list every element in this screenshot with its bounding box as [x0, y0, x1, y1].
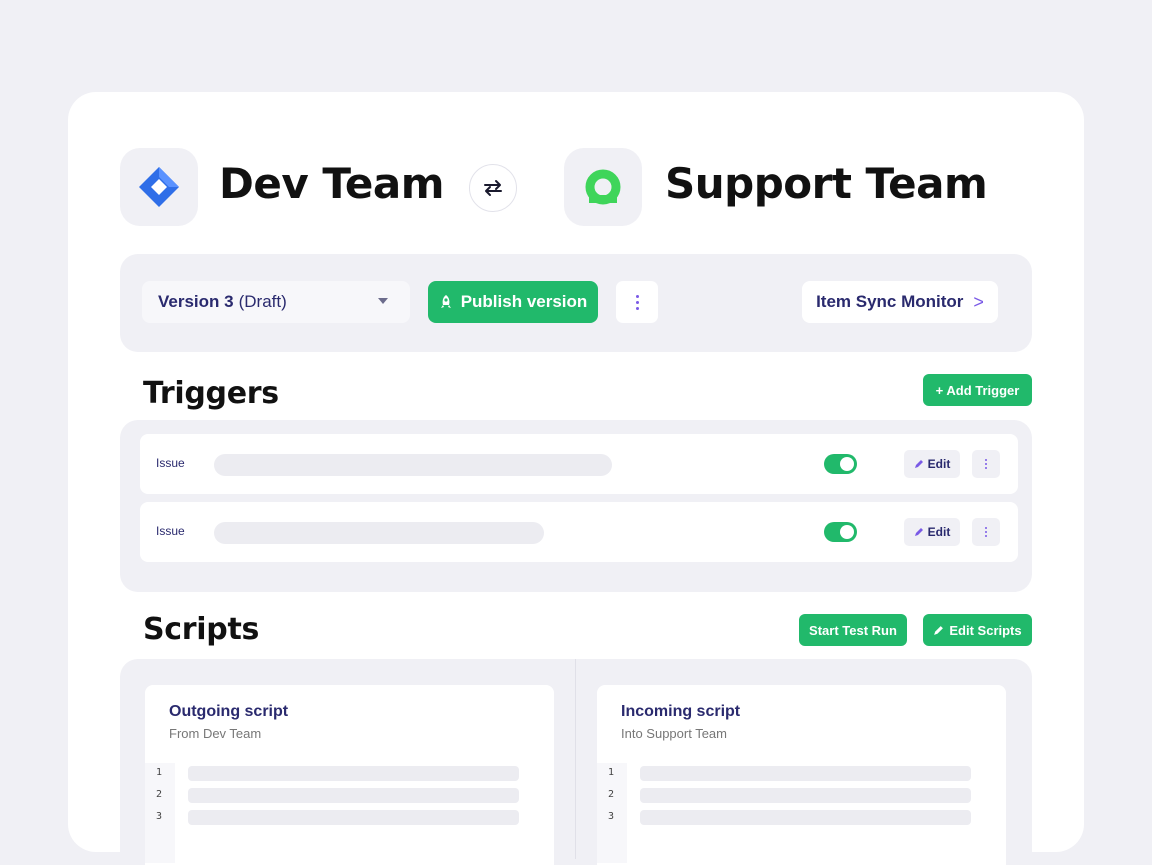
version-select[interactable]: Version 3 (Draft) — [142, 281, 410, 323]
incoming-script-title: Incoming script — [621, 703, 741, 720]
edit-scripts-label: Edit Scripts — [949, 622, 1022, 638]
start-test-run-label: Start Test Run — [809, 622, 897, 638]
version-toolbar: Version 3 (Draft) Publish version Item S… — [120, 254, 1032, 352]
scripts-heading: Scripts — [143, 612, 260, 647]
more-vertical-icon — [985, 527, 987, 537]
trigger-enabled-toggle[interactable] — [824, 522, 857, 542]
code-line: 2 — [145, 785, 519, 807]
target-team-name: Support Team — [665, 159, 988, 208]
code-line: 3 — [597, 807, 971, 829]
scripts-divider — [575, 659, 576, 859]
rocket-icon — [440, 295, 451, 308]
support-team-logo — [564, 148, 642, 226]
trigger-type-label: Issue — [156, 456, 185, 470]
source-team-name: Dev Team — [219, 159, 445, 208]
code-line: 2 — [597, 785, 971, 807]
item-sync-monitor-label: Item Sync Monitor — [816, 292, 964, 311]
add-trigger-button[interactable]: + Add Trigger — [923, 374, 1032, 406]
edit-trigger-label: Edit — [927, 457, 951, 471]
sync-config-card: Dev Team Support Team Version 3 (Draft) … — [68, 92, 1084, 865]
edit-trigger-label: Edit — [927, 525, 951, 539]
incoming-script-card[interactable]: Incoming script Into Support Team 1 2 3 — [597, 685, 1006, 865]
edit-scripts-button[interactable]: Edit Scripts — [923, 614, 1032, 646]
outgoing-code-editor[interactable]: 1 2 3 — [145, 763, 519, 863]
item-sync-monitor-button[interactable]: Item Sync Monitor > — [802, 281, 998, 323]
code-line: 1 — [145, 763, 519, 785]
publish-version-label: Publish version — [460, 292, 588, 311]
dev-team-logo — [120, 148, 198, 226]
code-line: 1 — [597, 763, 971, 785]
add-trigger-label: + Add Trigger — [935, 382, 1020, 398]
swap-teams-button[interactable] — [469, 164, 517, 212]
caret-down-icon — [378, 298, 388, 304]
support-ring-icon — [585, 169, 621, 205]
triggers-list: Issue Edit Issue Edit — [120, 420, 1032, 592]
trigger-row[interactable]: Issue Edit — [140, 434, 1018, 494]
chevron-right-icon: > — [973, 291, 984, 312]
incoming-code-editor[interactable]: 1 2 3 — [597, 763, 971, 863]
version-status: (Draft) — [238, 292, 287, 311]
outgoing-script-subtitle: From Dev Team — [169, 726, 262, 741]
trigger-query-placeholder — [214, 522, 544, 544]
scripts-panel: Outgoing script From Dev Team 1 2 3 Inco… — [120, 659, 1032, 865]
code-line: 3 — [145, 807, 519, 829]
outgoing-script-card[interactable]: Outgoing script From Dev Team 1 2 3 — [145, 685, 554, 865]
more-vertical-icon — [635, 294, 639, 310]
swap-arrows-icon — [484, 180, 502, 196]
pencil-icon — [934, 625, 944, 635]
more-vertical-icon — [985, 459, 987, 469]
edit-trigger-button[interactable]: Edit — [904, 450, 960, 478]
trigger-more-button[interactable] — [972, 518, 1000, 546]
jira-diamond-icon — [139, 167, 179, 207]
edit-trigger-button[interactable]: Edit — [904, 518, 960, 546]
version-more-button[interactable] — [616, 281, 658, 323]
trigger-type-label: Issue — [156, 524, 185, 538]
trigger-enabled-toggle[interactable] — [824, 454, 857, 474]
start-test-run-button[interactable]: Start Test Run — [799, 614, 907, 646]
trigger-query-placeholder — [214, 454, 612, 476]
version-label: Version 3 — [158, 292, 234, 311]
incoming-script-subtitle: Into Support Team — [621, 726, 727, 741]
pencil-icon — [914, 460, 923, 468]
trigger-more-button[interactable] — [972, 450, 1000, 478]
triggers-heading: Triggers — [143, 376, 279, 411]
publish-version-button[interactable]: Publish version — [428, 281, 598, 323]
trigger-row[interactable]: Issue Edit — [140, 502, 1018, 562]
pencil-icon — [914, 528, 923, 536]
outgoing-script-title: Outgoing script — [169, 703, 289, 720]
